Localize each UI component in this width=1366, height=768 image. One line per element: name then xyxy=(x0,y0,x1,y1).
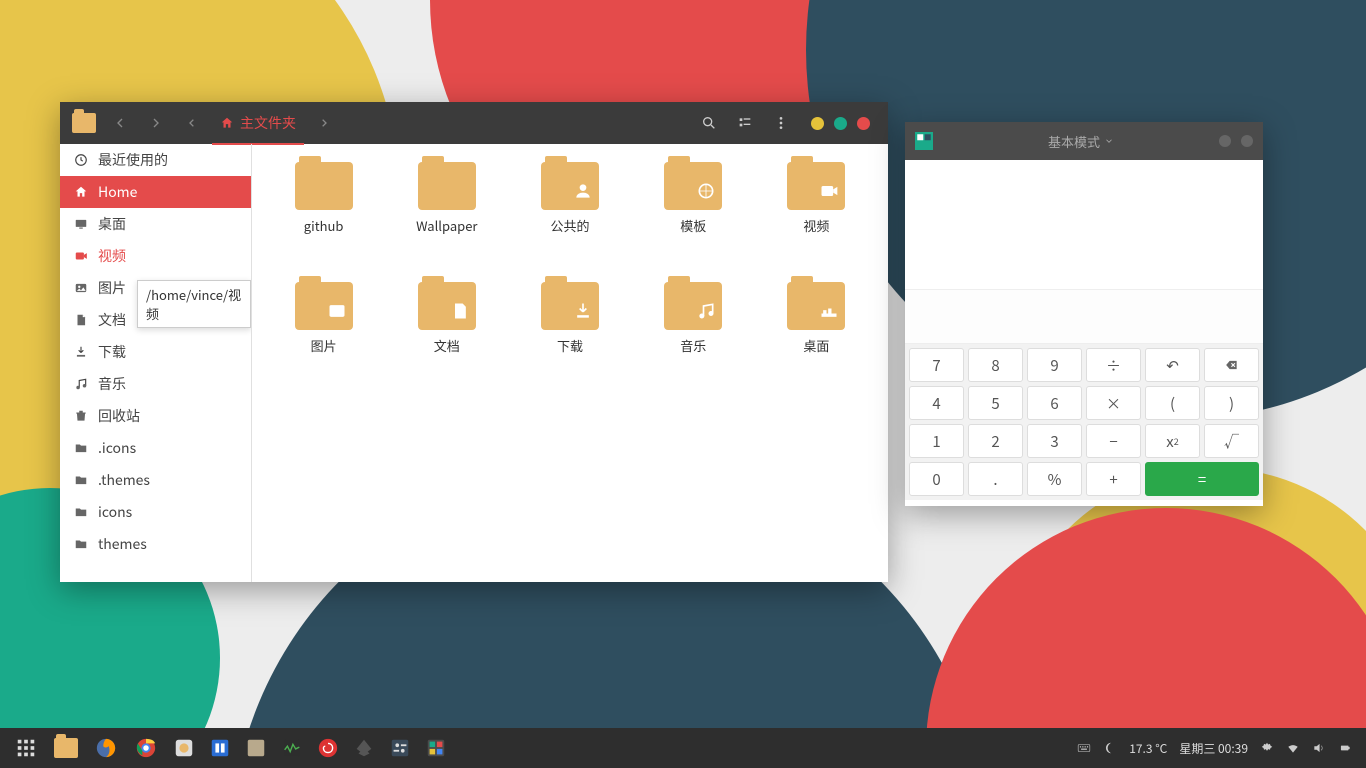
calculator-window: 基本模式 789÷↶ 456×() 123−x2√ 0.%+= xyxy=(905,122,1263,506)
calc-key-x²[interactable]: x2 xyxy=(1145,424,1200,458)
folder-item-2[interactable]: 公共的 xyxy=(508,158,631,268)
keyboard-indicator[interactable] xyxy=(1077,741,1091,755)
sidebar-item-6[interactable]: 下载 xyxy=(60,336,251,368)
file-manager-window: 主文件夹 最近使用的Home桌面视频图片文档下载音乐回收站.icons.them… xyxy=(60,102,888,582)
taskbar-firefox-icon[interactable] xyxy=(86,728,126,768)
breadcrumb-label: 主文件夹 xyxy=(240,113,296,133)
folder-item-7[interactable]: 下载 xyxy=(508,278,631,388)
taskbar-chrome-icon[interactable] xyxy=(126,728,166,768)
calculator-display xyxy=(905,160,1263,290)
tray-settings-icon[interactable] xyxy=(1260,741,1274,755)
taskbar: 17.3 °C 星期三 00:39 xyxy=(0,728,1366,768)
sidebar-item-3[interactable]: 视频 xyxy=(60,240,251,272)
folder-item-3[interactable]: 模板 xyxy=(632,158,755,268)
view-mode-button[interactable] xyxy=(729,107,761,139)
file-manager-app-icon xyxy=(68,107,100,139)
calculator-keypad: 789÷↶ 456×() 123−x2√ 0.%+= xyxy=(905,344,1263,500)
calc-key-4[interactable]: 4 xyxy=(909,386,964,420)
calc-key-−[interactable]: − xyxy=(1086,424,1141,458)
sidebar-item-0[interactable]: 最近使用的 xyxy=(60,144,251,176)
calculator-minimize-button[interactable] xyxy=(1219,135,1231,147)
sidebar-item-10[interactable]: .icons xyxy=(60,432,251,464)
calc-key-7[interactable]: 7 xyxy=(909,348,964,382)
sidebar-item-1[interactable]: Home xyxy=(60,176,251,208)
folder-item-1[interactable]: Wallpaper xyxy=(385,158,508,268)
maximize-button[interactable] xyxy=(834,117,847,130)
taskbar-files-icon[interactable] xyxy=(46,728,86,768)
calculator-close-button[interactable] xyxy=(1241,135,1253,147)
file-manager-titlebar: 主文件夹 xyxy=(60,102,888,144)
taskbar-app-icon-3[interactable] xyxy=(238,728,274,768)
taskbar-netease-music-icon[interactable] xyxy=(310,728,346,768)
calc-key-8[interactable]: 8 xyxy=(968,348,1023,382)
minimize-button[interactable] xyxy=(811,117,824,130)
night-mode-indicator[interactable] xyxy=(1103,741,1117,755)
folder-item-5[interactable]: 图片 xyxy=(262,278,385,388)
taskbar-app-icon-1[interactable] xyxy=(166,728,202,768)
volume-indicator[interactable] xyxy=(1312,741,1326,755)
sidebar-item-11[interactable]: .themes xyxy=(60,464,251,496)
calculator-mode-dropdown[interactable]: 基本模式 xyxy=(943,132,1219,151)
file-manager-sidebar: 最近使用的Home桌面视频图片文档下载音乐回收站.icons.themesico… xyxy=(60,144,252,582)
calc-key-)[interactable]: ) xyxy=(1204,386,1259,420)
calc-key-+[interactable]: + xyxy=(1086,462,1141,496)
menu-button[interactable] xyxy=(765,107,797,139)
folder-item-9[interactable]: 桌面 xyxy=(755,278,878,388)
clock[interactable]: 星期三 00:39 xyxy=(1179,740,1248,757)
folder-item-0[interactable]: github xyxy=(262,158,385,268)
calc-key-√[interactable]: √ xyxy=(1204,424,1259,458)
sidebar-item-8[interactable]: 回收站 xyxy=(60,400,251,432)
calc-key-1[interactable]: 1 xyxy=(909,424,964,458)
calc-key-×[interactable]: × xyxy=(1086,386,1141,420)
chevron-down-icon xyxy=(1104,136,1114,146)
window-controls xyxy=(801,117,880,130)
taskbar-settings-icon[interactable] xyxy=(382,728,418,768)
sidebar-item-7[interactable]: 音乐 xyxy=(60,368,251,400)
close-button[interactable] xyxy=(857,117,870,130)
calc-key-3[interactable]: 3 xyxy=(1027,424,1082,458)
calc-key-5[interactable]: 5 xyxy=(968,386,1023,420)
calc-key-.[interactable]: . xyxy=(968,462,1023,496)
path-prev-button[interactable] xyxy=(176,107,208,139)
search-button[interactable] xyxy=(693,107,725,139)
sidebar-item-12[interactable]: icons xyxy=(60,496,251,528)
path-next-button[interactable] xyxy=(308,107,340,139)
sidebar-item-2[interactable]: 桌面 xyxy=(60,208,251,240)
folder-item-4[interactable]: 视频 xyxy=(755,158,878,268)
battery-indicator[interactable] xyxy=(1338,741,1352,755)
calc-key-0[interactable]: 0 xyxy=(909,462,964,496)
temperature-indicator[interactable]: 17.3 °C xyxy=(1129,740,1167,757)
sidebar-item-13[interactable]: themes xyxy=(60,528,251,560)
file-manager-content[interactable]: githubWallpaper公共的模板视频图片文档下载音乐桌面 xyxy=(252,144,888,582)
calc-key-9[interactable]: 9 xyxy=(1027,348,1082,382)
calc-key-2[interactable]: 2 xyxy=(968,424,1023,458)
calc-key-⌫[interactable] xyxy=(1204,348,1259,382)
wifi-indicator[interactable] xyxy=(1286,741,1300,755)
calculator-titlebar: 基本模式 xyxy=(905,122,1263,160)
calc-key-6[interactable]: 6 xyxy=(1027,386,1082,420)
taskbar-calculator-icon[interactable] xyxy=(418,728,454,768)
calc-key-÷[interactable]: ÷ xyxy=(1086,348,1141,382)
back-button[interactable] xyxy=(104,107,136,139)
forward-button[interactable] xyxy=(140,107,172,139)
breadcrumb[interactable]: 主文件夹 xyxy=(212,103,304,145)
calculator-input[interactable] xyxy=(905,290,1263,344)
taskbar-inkscape-icon[interactable] xyxy=(346,728,382,768)
calculator-app-icon xyxy=(915,132,933,150)
calc-key-=[interactable]: = xyxy=(1145,462,1259,496)
taskbar-system-monitor-icon[interactable] xyxy=(274,728,310,768)
taskbar-app-icon-2[interactable] xyxy=(202,728,238,768)
calc-key-%[interactable]: % xyxy=(1027,462,1082,496)
applications-menu-button[interactable] xyxy=(6,728,46,768)
home-icon xyxy=(220,116,234,130)
folder-item-6[interactable]: 文档 xyxy=(385,278,508,388)
system-tray: 17.3 °C 星期三 00:39 xyxy=(1077,740,1360,757)
calc-key-↶[interactable]: ↶ xyxy=(1145,348,1200,382)
folder-item-8[interactable]: 音乐 xyxy=(632,278,755,388)
calc-key-([interactable]: ( xyxy=(1145,386,1200,420)
path-tooltip: /home/vince/视频 xyxy=(137,280,251,328)
